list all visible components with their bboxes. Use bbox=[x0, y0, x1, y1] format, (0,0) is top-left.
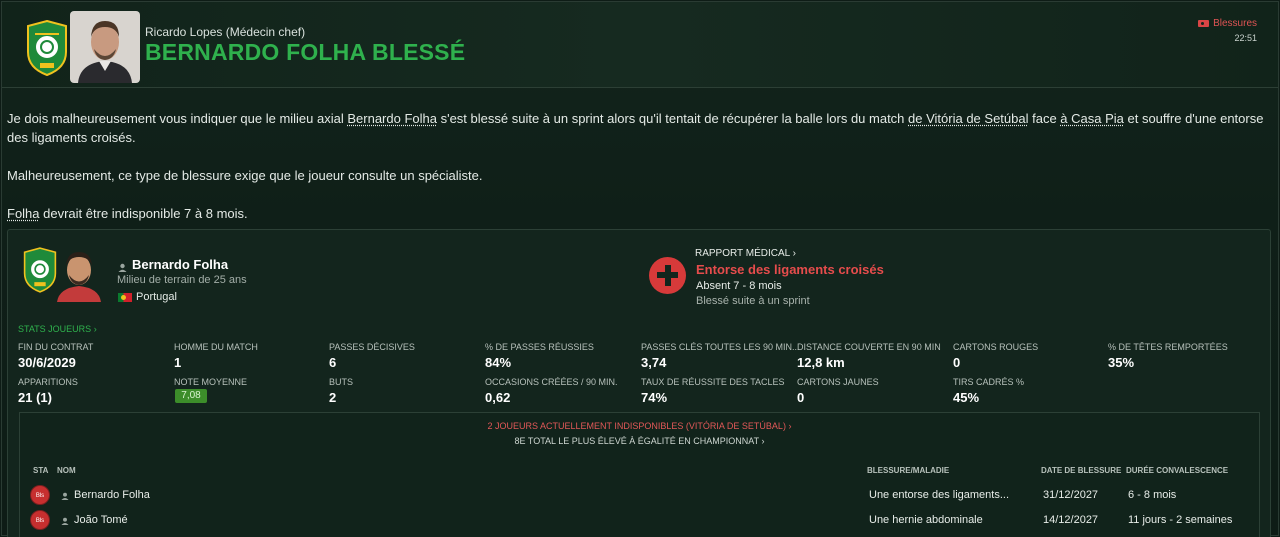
status-badge: Bls bbox=[30, 510, 50, 530]
injury-type: Entorse des ligaments croisés bbox=[696, 262, 884, 277]
message-title: BERNARDO FOLHA BLESSÉ bbox=[145, 39, 466, 65]
player-name: Bernardo Folha bbox=[132, 257, 229, 272]
tag-icon bbox=[1198, 20, 1210, 27]
chevron-right-icon: › bbox=[792, 248, 796, 259]
table-row-name[interactable]: João Tomé bbox=[61, 514, 128, 526]
stat-value: 45% bbox=[953, 390, 980, 405]
stat-value: 0 bbox=[797, 390, 805, 405]
col-name[interactable]: NOM bbox=[57, 466, 76, 475]
stat-label: DISTANCE COUVERTE EN 90 MIN bbox=[797, 342, 941, 352]
stat-value: 0 bbox=[953, 355, 961, 370]
col-injury[interactable]: BLESSURE/MALADIE bbox=[867, 466, 949, 475]
category-tag[interactable]: Blessures bbox=[1198, 18, 1257, 29]
player-name-row[interactable]: Bernardo Folha bbox=[118, 257, 228, 272]
portugal-flag-icon bbox=[118, 292, 132, 302]
message-time: 22:51 bbox=[1234, 33, 1257, 43]
stat-label: NOTE MOYENNE bbox=[174, 377, 248, 387]
table-row-duration: 6 - 8 mois bbox=[1128, 489, 1177, 501]
absence-duration: Absent 7 - 8 mois bbox=[696, 280, 782, 292]
col-duration[interactable]: DURÉE CONVALESCENCE bbox=[1126, 466, 1228, 475]
rating-badge: 7,08 bbox=[175, 389, 207, 403]
sender-line: Ricardo Lopes (Médecin chef) bbox=[145, 25, 305, 39]
status-badge: Bls bbox=[30, 485, 50, 505]
stat-value: 0,62 bbox=[485, 390, 511, 405]
medical-report-link[interactable]: RAPPORT MÉDICAL › bbox=[695, 248, 796, 259]
chevron-right-icon: › bbox=[93, 324, 97, 334]
stat-label: FIN DU CONTRAT bbox=[18, 342, 94, 352]
sender-role: (Médecin chef) bbox=[225, 25, 306, 39]
table-row-date: 31/12/2027 bbox=[1043, 489, 1099, 501]
sender-name[interactable]: Ricardo Lopes bbox=[145, 25, 222, 39]
stat-label: CARTONS ROUGES bbox=[953, 342, 1039, 352]
player-stats-link[interactable]: STATS JOUEURS › bbox=[18, 324, 97, 334]
stat-label: % DE TÊTES REMPORTÉES bbox=[1108, 342, 1228, 352]
col-date[interactable]: DATE DE BLESSURE bbox=[1041, 466, 1121, 475]
player-description: Milieu de terrain de 25 ans bbox=[117, 274, 247, 286]
stat-label: HOMME DU MATCH bbox=[174, 342, 258, 352]
player-panel: Bernardo Folha Milieu de terrain de 25 a… bbox=[7, 229, 1271, 537]
player-photo[interactable] bbox=[53, 244, 105, 302]
stat-label: TIRS CADRÉS % bbox=[953, 377, 1025, 387]
player-nationality[interactable]: Portugal bbox=[118, 291, 177, 303]
stat-label: PASSES DÉCISIVES bbox=[329, 342, 415, 352]
message-header: Ricardo Lopes (Médecin chef) BERNARDO FO… bbox=[2, 2, 1278, 88]
stat-label: BUTS bbox=[329, 377, 354, 387]
stat-label: PASSES CLÉS TOUTES LES 90 MIN... bbox=[641, 342, 800, 352]
unavailable-heading-link[interactable]: 2 JOUEURS ACTUELLEMENT INDISPONIBLES (VI… bbox=[20, 421, 1259, 431]
table-row-injury: Une entorse des ligaments... bbox=[869, 489, 1010, 501]
message-paragraph: Malheureusement, ce type de blessure exi… bbox=[7, 168, 483, 183]
player-link[interactable]: Folha bbox=[7, 206, 40, 221]
person-icon bbox=[61, 516, 69, 525]
stat-value: 1 bbox=[174, 355, 182, 370]
player-club-crest-icon[interactable] bbox=[23, 246, 57, 294]
chevron-right-icon: › bbox=[788, 421, 792, 431]
person-icon bbox=[118, 260, 127, 272]
stat-label: APPARITIONS bbox=[18, 377, 78, 387]
injury-news-item: Ricardo Lopes (Médecin chef) BERNARDO FO… bbox=[1, 1, 1279, 537]
stat-label: % DE PASSES RÉUSSIES bbox=[485, 342, 594, 352]
player-link[interactable]: Bernardo Folha bbox=[347, 111, 437, 126]
stat-value: 3,74 bbox=[641, 355, 667, 370]
message-body: Je dois malheureusement vous indiquer qu… bbox=[7, 109, 1272, 242]
doctor-avatar[interactable] bbox=[70, 11, 140, 83]
unavailable-players-box: 2 JOUEURS ACTUELLEMENT INDISPONIBLES (VI… bbox=[19, 412, 1260, 537]
table-row-date: 14/12/2027 bbox=[1043, 514, 1099, 526]
table-row-name[interactable]: Bernardo Folha bbox=[61, 489, 150, 501]
table-row-injury: Une hernie abdominale bbox=[869, 514, 983, 526]
message-paragraph: Je dois malheureusement vous indiquer qu… bbox=[7, 111, 1264, 145]
stat-value: 6 bbox=[329, 355, 337, 370]
medical-cross-icon bbox=[649, 257, 686, 294]
table-row-duration: 11 jours - 2 semaines bbox=[1128, 514, 1233, 526]
injury-cause: Blessé suite à un sprint bbox=[696, 295, 810, 307]
stat-label: CARTONS JAUNES bbox=[797, 377, 879, 387]
chevron-right-icon: › bbox=[761, 436, 765, 446]
club-crest-icon[interactable] bbox=[26, 19, 68, 77]
message-paragraph: Folha devrait être indisponible 7 à 8 mo… bbox=[7, 206, 248, 221]
team-link[interactable]: de Vitória de Setúbal bbox=[908, 111, 1028, 126]
person-icon bbox=[61, 491, 69, 500]
stat-value: 30/6/2029 bbox=[18, 355, 76, 370]
category-label: Blessures bbox=[1213, 18, 1257, 29]
stat-value: 74% bbox=[641, 390, 668, 405]
stat-value: 35% bbox=[1108, 355, 1135, 370]
opponent-link[interactable]: à Casa Pia bbox=[1060, 111, 1124, 126]
stat-value: 21 (1) bbox=[18, 390, 52, 405]
stat-value: 84% bbox=[485, 355, 512, 370]
stat-label: TAUX DE RÉUSSITE DES TACLES bbox=[641, 377, 785, 387]
stat-value: 12,8 km bbox=[797, 355, 845, 370]
stat-label: OCCASIONS CRÉÉES / 90 MIN. bbox=[485, 377, 618, 387]
league-rank-link[interactable]: 8E TOTAL LE PLUS ÉLEVÉ À ÉGALITÉ EN CHAM… bbox=[20, 436, 1259, 446]
stat-value: 2 bbox=[329, 390, 337, 405]
col-status[interactable]: STA bbox=[33, 466, 48, 475]
